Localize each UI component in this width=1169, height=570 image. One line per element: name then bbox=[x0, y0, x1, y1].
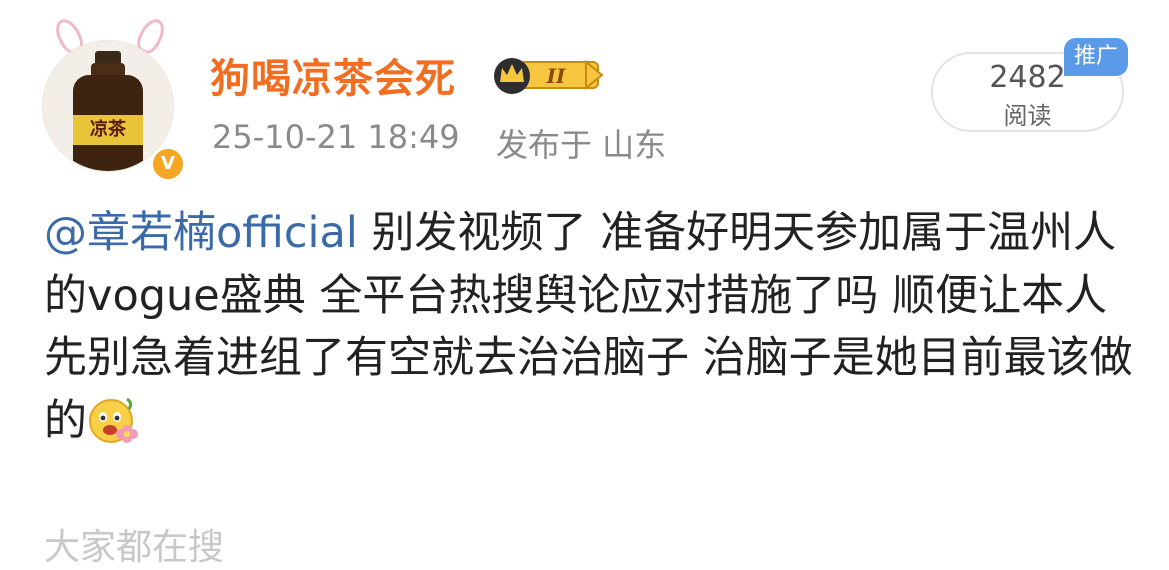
verified-badge-icon: V bbox=[150, 146, 186, 182]
mention-link[interactable]: @章若楠official bbox=[44, 208, 358, 258]
post-timestamp: 25-10-21 18:49 bbox=[212, 118, 460, 156]
post-location: 发布于 山东 bbox=[496, 126, 667, 164]
author-name[interactable]: 狗喝凉茶会死 bbox=[210, 46, 456, 104]
avatar[interactable]: 凉茶 V bbox=[32, 14, 186, 182]
trending-search-hint[interactable]: 大家都在搜 bbox=[44, 518, 224, 570]
vip-crown-badge-icon[interactable]: II bbox=[490, 52, 604, 94]
post-content: @章若楠official 别发视频了 准备好明天参加属于温州人的vogue盛典 … bbox=[44, 202, 1134, 452]
avatar-bottle-label: 凉茶 bbox=[73, 115, 143, 145]
promo-tag: 推广 bbox=[1064, 38, 1128, 76]
happy-flower-emoji-icon bbox=[87, 393, 139, 445]
vip-level-label: II bbox=[546, 64, 566, 88]
read-label: 阅读 bbox=[1003, 102, 1052, 130]
